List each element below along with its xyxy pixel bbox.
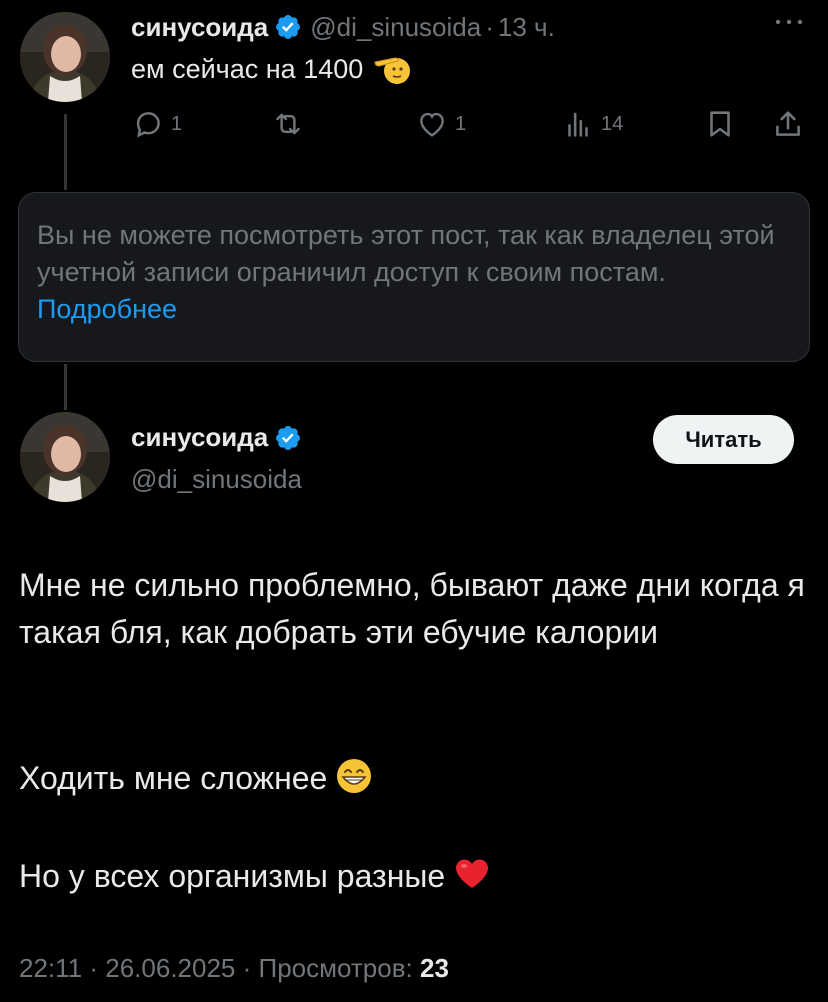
retweet-button[interactable] (271, 104, 311, 144)
tweet-actions: 1 1 14 (131, 104, 811, 144)
views-count: 23 (420, 953, 449, 983)
share-button[interactable] (771, 104, 805, 144)
tweet-paragraph-1: Мне не сильно проблемно, бывают даже дни… (19, 567, 805, 650)
thread-line-bottom (64, 364, 67, 410)
tweet-paragraph-2: Ходить мне сложнее (19, 755, 809, 802)
notice-text: Вы не можете посмотреть этот пост, так к… (37, 217, 791, 328)
thread-line-top (64, 114, 67, 190)
tweet-text: ем сейчас на 1400 (131, 53, 364, 84)
reply-tweet-header: синусоида @di_sinusoida · 13 ч. (131, 10, 555, 44)
tweet-metadata: 22:11 · 26.06.2025 · Просмотров: 23 (19, 953, 449, 984)
tweet-time[interactable]: 13 ч. (498, 12, 555, 43)
more-options-icon[interactable] (772, 12, 806, 32)
verified-badge-icon (276, 15, 301, 39)
reply-button[interactable]: 1 (131, 104, 182, 144)
view-count: 14 (601, 112, 624, 135)
like-count: 1 (455, 112, 467, 135)
author-handle[interactable]: @di_sinusoida (131, 464, 302, 495)
reply-tweet-text: ем сейчас на 1400 (131, 52, 413, 86)
separator-dot: · (242, 953, 259, 983)
reply-icon (136, 112, 160, 138)
paragraph-2-text: Ходить мне сложнее (19, 760, 328, 796)
retweet-icon (276, 113, 300, 135)
like-button[interactable]: 1 (415, 104, 466, 144)
bookmark-icon (710, 111, 730, 137)
views-button[interactable]: 14 (561, 104, 623, 144)
separator-dot: · (89, 953, 106, 983)
views-label: Просмотров: (258, 953, 413, 983)
learn-more-link[interactable]: Подробнее (37, 294, 177, 324)
tweet-time[interactable]: 22:11 (19, 953, 82, 983)
author-name[interactable]: синусоида (131, 422, 268, 453)
bookmark-button[interactable] (703, 104, 737, 144)
separator-dot: · (485, 11, 494, 42)
red-heart-emoji-icon (456, 859, 489, 888)
heart-icon (420, 112, 444, 137)
share-icon (776, 111, 800, 136)
main-tweet-author: синусоида (131, 422, 302, 453)
avatar[interactable] (20, 412, 110, 502)
tweet-date[interactable]: 26.06.2025 (105, 953, 235, 983)
analytics-icon (568, 112, 588, 137)
restricted-post-notice: Вы не можете посмотреть этот пост, так к… (18, 192, 810, 362)
follow-button[interactable]: Читать (653, 415, 794, 464)
reply-count: 1 (171, 112, 183, 135)
tweet-paragraph-3: Но у всех организмы разные (19, 853, 809, 900)
saluting-face-emoji-icon (374, 57, 411, 84)
author-handle[interactable]: @di_sinusoida (310, 12, 481, 43)
avatar[interactable] (20, 12, 110, 102)
paragraph-3-text: Но у всех организмы разные (19, 858, 446, 894)
verified-badge-icon (276, 425, 301, 450)
grinning-face-emoji-icon (337, 759, 372, 793)
author-name[interactable]: синусоида (131, 12, 268, 43)
notice-message: Вы не можете посмотреть этот пост, так к… (37, 220, 775, 287)
